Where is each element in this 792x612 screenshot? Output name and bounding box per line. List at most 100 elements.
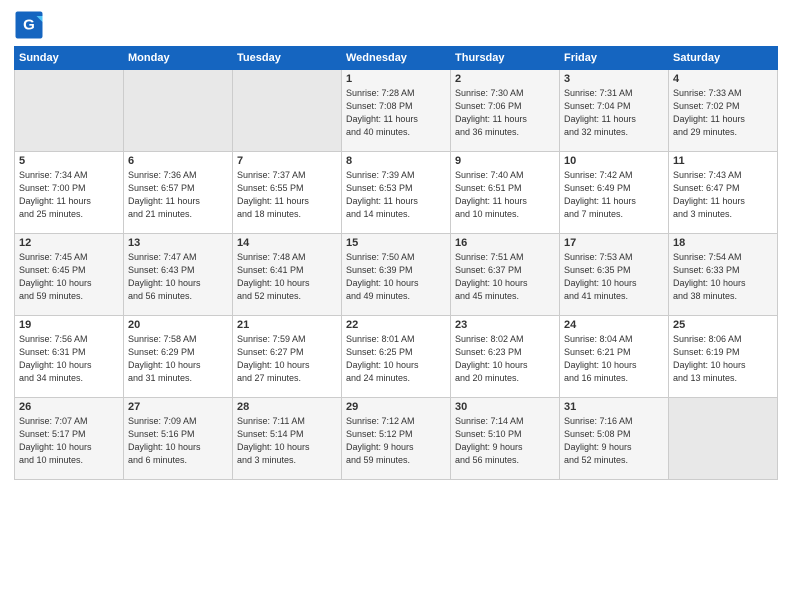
calendar-table: SundayMondayTuesdayWednesdayThursdayFrid… [14,46,778,480]
weekday-header-monday: Monday [124,47,233,70]
cell-info: Sunrise: 7:11 AM Sunset: 5:14 PM Dayligh… [237,415,337,467]
day-number: 13 [128,237,228,249]
cell-info: Sunrise: 7:31 AM Sunset: 7:04 PM Dayligh… [564,87,664,139]
cell-info: Sunrise: 7:14 AM Sunset: 5:10 PM Dayligh… [455,415,555,467]
cell-info: Sunrise: 8:06 AM Sunset: 6:19 PM Dayligh… [673,333,773,385]
cell-info: Sunrise: 7:09 AM Sunset: 5:16 PM Dayligh… [128,415,228,467]
calendar-cell: 2Sunrise: 7:30 AM Sunset: 7:06 PM Daylig… [451,70,560,152]
cell-info: Sunrise: 8:02 AM Sunset: 6:23 PM Dayligh… [455,333,555,385]
weekday-header-tuesday: Tuesday [233,47,342,70]
cell-info: Sunrise: 7:48 AM Sunset: 6:41 PM Dayligh… [237,251,337,303]
cell-info: Sunrise: 7:42 AM Sunset: 6:49 PM Dayligh… [564,169,664,221]
day-number: 3 [564,73,664,85]
day-number: 21 [237,319,337,331]
calendar-cell: 26 Sunrise: 7:07 AM Sunset: 5:17 PM Dayli… [15,398,124,480]
calendar-cell: 13 Sunrise: 7:47 AM Sunset: 6:43 PM Dayli… [124,234,233,316]
cell-info: Sunrise: 7:53 AM Sunset: 6:35 PM Dayligh… [564,251,664,303]
calendar-cell: 17Sunrise: 7:53 AM Sunset: 6:35 PM Dayli… [560,234,669,316]
cell-info: Sunrise: 7:30 AM Sunset: 7:06 PM Dayligh… [455,87,555,139]
calendar-cell: 14 Sunrise: 7:48 AM Sunset: 6:41 PM Dayli… [233,234,342,316]
cell-info: Sunrise: 7:56 AM Sunset: 6:31 PM Dayligh… [19,333,119,385]
cell-info: Sunrise: 7:54 AM Sunset: 6:33 PM Dayligh… [673,251,773,303]
calendar-week-1: 1 Sunrise: 7:28 AM Sunset: 7:08 PM Daylig… [15,70,778,152]
calendar-cell: 30 Sunrise: 7:14 AM Sunset: 5:10 PM Dayli… [451,398,560,480]
calendar-week-5: 26 Sunrise: 7:07 AM Sunset: 5:17 PM Dayli… [15,398,778,480]
day-number: 30 [455,401,555,413]
day-number: 23 [455,319,555,331]
calendar-cell: 4 Sunrise: 7:33 AM Sunset: 7:02 PM Daylig… [669,70,778,152]
calendar-cell: 7 Sunrise: 7:37 AM Sunset: 6:55 PM Daylig… [233,152,342,234]
calendar-cell: 12Sunrise: 7:45 AM Sunset: 6:45 PM Dayli… [15,234,124,316]
day-number: 10 [564,155,664,167]
day-number: 26 [19,401,119,413]
calendar-cell [15,70,124,152]
calendar-week-3: 12Sunrise: 7:45 AM Sunset: 6:45 PM Dayli… [15,234,778,316]
calendar-cell: 15 Sunrise: 7:50 AM Sunset: 6:39 PM Dayli… [342,234,451,316]
day-number: 28 [237,401,337,413]
cell-info: Sunrise: 7:16 AM Sunset: 5:08 PM Dayligh… [564,415,664,467]
day-number: 15 [346,237,446,249]
calendar-cell [124,70,233,152]
weekday-header-saturday: Saturday [669,47,778,70]
cell-info: Sunrise: 7:58 AM Sunset: 6:29 PM Dayligh… [128,333,228,385]
day-number: 18 [673,237,773,249]
day-number: 31 [564,401,664,413]
cell-info: Sunrise: 7:39 AM Sunset: 6:53 PM Dayligh… [346,169,446,221]
cell-info: Sunrise: 7:36 AM Sunset: 6:57 PM Dayligh… [128,169,228,221]
day-number: 4 [673,73,773,85]
day-number: 8 [346,155,446,167]
calendar-cell: 22 Sunrise: 8:01 AM Sunset: 6:25 PM Dayli… [342,316,451,398]
cell-info: Sunrise: 7:28 AM Sunset: 7:08 PM Dayligh… [346,87,446,139]
calendar-cell: 18 Sunrise: 7:54 AM Sunset: 6:33 PM Dayli… [669,234,778,316]
day-number: 1 [346,73,446,85]
cell-info: Sunrise: 7:34 AM Sunset: 7:00 PM Dayligh… [19,169,119,221]
header: G [14,10,778,40]
day-number: 14 [237,237,337,249]
logo-icon: G [14,10,44,40]
calendar-cell: 21 Sunrise: 7:59 AM Sunset: 6:27 PM Dayli… [233,316,342,398]
calendar-cell: 9Sunrise: 7:40 AM Sunset: 6:51 PM Daylig… [451,152,560,234]
cell-info: Sunrise: 7:07 AM Sunset: 5:17 PM Dayligh… [19,415,119,467]
cell-info: Sunrise: 7:37 AM Sunset: 6:55 PM Dayligh… [237,169,337,221]
day-number: 24 [564,319,664,331]
calendar-cell [669,398,778,480]
cell-info: Sunrise: 7:47 AM Sunset: 6:43 PM Dayligh… [128,251,228,303]
day-number: 27 [128,401,228,413]
cell-info: Sunrise: 7:59 AM Sunset: 6:27 PM Dayligh… [237,333,337,385]
calendar-cell [233,70,342,152]
logo: G [14,10,48,40]
calendar-cell: 20 Sunrise: 7:58 AM Sunset: 6:29 PM Dayli… [124,316,233,398]
day-number: 7 [237,155,337,167]
weekday-header-wednesday: Wednesday [342,47,451,70]
svg-text:G: G [23,17,35,34]
calendar-cell: 29Sunrise: 7:12 AM Sunset: 5:12 PM Dayli… [342,398,451,480]
day-number: 20 [128,319,228,331]
calendar-cell: 27 Sunrise: 7:09 AM Sunset: 5:16 PM Dayli… [124,398,233,480]
calendar-cell: 11Sunrise: 7:43 AM Sunset: 6:47 PM Dayli… [669,152,778,234]
calendar-cell: 24Sunrise: 8:04 AM Sunset: 6:21 PM Dayli… [560,316,669,398]
calendar-cell: 10 Sunrise: 7:42 AM Sunset: 6:49 PM Dayli… [560,152,669,234]
calendar-cell: 28 Sunrise: 7:11 AM Sunset: 5:14 PM Dayli… [233,398,342,480]
calendar-cell: 1 Sunrise: 7:28 AM Sunset: 7:08 PM Daylig… [342,70,451,152]
calendar-cell: 3 Sunrise: 7:31 AM Sunset: 7:04 PM Daylig… [560,70,669,152]
day-number: 19 [19,319,119,331]
day-number: 16 [455,237,555,249]
day-number: 5 [19,155,119,167]
day-number: 22 [346,319,446,331]
day-number: 25 [673,319,773,331]
calendar-container: G SundayMondayTuesdayWednesdayThursdayFr… [0,0,792,488]
day-number: 29 [346,401,446,413]
weekday-header-row: SundayMondayTuesdayWednesdayThursdayFrid… [15,47,778,70]
weekday-header-sunday: Sunday [15,47,124,70]
calendar-week-4: 19 Sunrise: 7:56 AM Sunset: 6:31 PM Dayli… [15,316,778,398]
calendar-cell: 19 Sunrise: 7:56 AM Sunset: 6:31 PM Dayli… [15,316,124,398]
calendar-cell: 25 Sunrise: 8:06 AM Sunset: 6:19 PM Dayli… [669,316,778,398]
cell-info: Sunrise: 8:01 AM Sunset: 6:25 PM Dayligh… [346,333,446,385]
cell-info: Sunrise: 7:50 AM Sunset: 6:39 PM Dayligh… [346,251,446,303]
cell-info: Sunrise: 7:43 AM Sunset: 6:47 PM Dayligh… [673,169,773,221]
calendar-cell: 16Sunrise: 7:51 AM Sunset: 6:37 PM Dayli… [451,234,560,316]
calendar-cell: 23 Sunrise: 8:02 AM Sunset: 6:23 PM Dayli… [451,316,560,398]
weekday-header-thursday: Thursday [451,47,560,70]
weekday-header-friday: Friday [560,47,669,70]
cell-info: Sunrise: 7:33 AM Sunset: 7:02 PM Dayligh… [673,87,773,139]
